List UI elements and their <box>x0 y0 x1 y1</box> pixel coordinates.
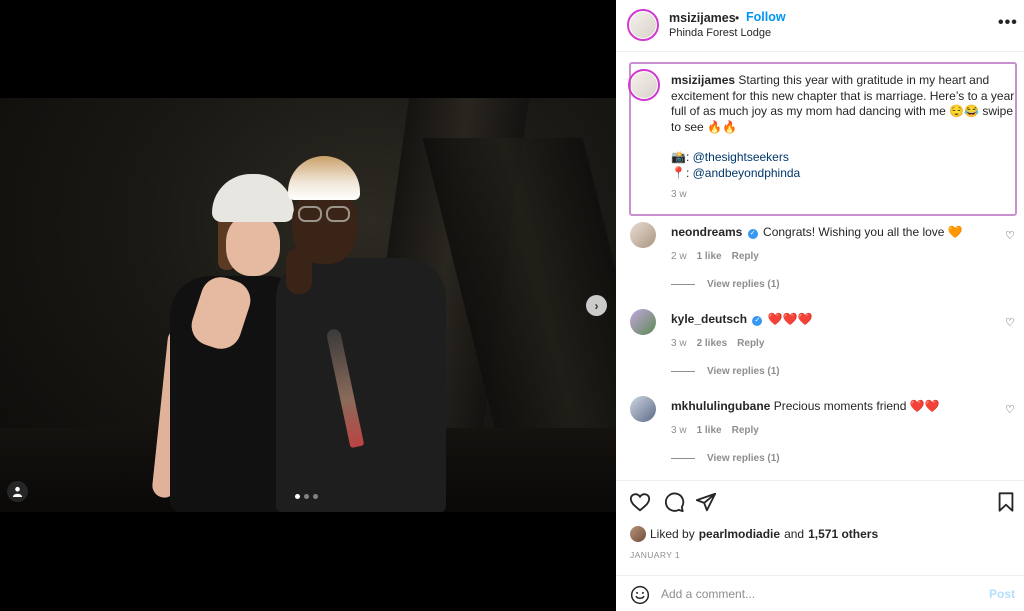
caption-timestamp[interactable]: 3 w <box>671 189 687 200</box>
post-header: msizijames • Follow Phinda Forest Lodge … <box>616 0 1024 52</box>
woman-hat <box>212 174 294 222</box>
comment-body: Precious moments friend ❤️❤️ <box>773 399 940 413</box>
avatar[interactable] <box>630 526 646 542</box>
comment-text: neondreams ✓ Congrats! Wishing you all t… <box>671 225 991 240</box>
divider <box>671 458 695 459</box>
comment: neondreams ✓ Congrats! Wishing you all t… <box>616 222 1024 302</box>
caption-text: msizijames Starting this year with grati… <box>671 73 1017 181</box>
view-replies-label: View replies (1) <box>707 366 780 377</box>
liked-by: Liked by pearlmodiadie and 1,571 others <box>630 526 878 542</box>
post-panel: msizijames • Follow Phinda Forest Lodge … <box>616 0 1024 611</box>
separator-bullet: • <box>735 11 740 25</box>
media-viewer: › <box>0 0 616 611</box>
man-shirt <box>276 258 446 512</box>
view-replies-label: View replies (1) <box>707 453 780 464</box>
comment-username[interactable]: neondreams <box>671 225 742 239</box>
next-slide-button[interactable]: › <box>586 295 607 316</box>
liked-by-prefix: Liked by <box>650 527 695 541</box>
comment-input[interactable] <box>661 584 961 604</box>
post-comment-button[interactable]: Post <box>989 587 1015 601</box>
emoji-icon[interactable] <box>630 585 650 605</box>
add-comment-bar: Post <box>616 575 1024 611</box>
view-replies-button[interactable]: View replies (1) <box>671 279 780 290</box>
comment-username[interactable]: mkhululingubane <box>671 399 770 413</box>
man-headdress <box>288 156 360 200</box>
view-replies-button[interactable]: View replies (1) <box>671 366 780 377</box>
carousel-dot <box>313 494 318 499</box>
comment: kyle_deutsch ✓ ❤️❤️❤️ 3 w 2 likes Reply … <box>616 309 1024 389</box>
reply-button[interactable]: Reply <box>732 251 759 262</box>
carousel-dot <box>304 494 309 499</box>
divider <box>671 371 695 372</box>
like-comment-heart-icon[interactable]: ♡ <box>1005 403 1015 416</box>
mention-link[interactable]: @andbeyondphinda <box>693 166 801 180</box>
like-comment-heart-icon[interactable]: ♡ <box>1005 229 1015 242</box>
comment: mkhululingubane Precious moments friend … <box>616 396 1024 476</box>
comment-time[interactable]: 2 w <box>671 251 687 262</box>
comment-text: mkhululingubane Precious moments friend … <box>671 399 991 414</box>
liked-by-middle: and <box>784 527 805 541</box>
avatar[interactable] <box>630 309 656 335</box>
view-replies-label: View replies (1) <box>707 279 780 290</box>
post-photo[interactable] <box>0 98 616 512</box>
pin-emoji: 📍: <box>671 165 690 180</box>
comment-body: ❤️❤️❤️ <box>767 312 813 326</box>
chevron-right-icon: › <box>594 298 599 313</box>
camera-emoji: 📸: <box>671 150 690 164</box>
post-author-username[interactable]: msizijames <box>669 11 736 25</box>
more-options-icon[interactable]: ••• <box>998 14 1018 32</box>
follow-button[interactable]: Follow <box>746 10 786 24</box>
view-replies-button[interactable]: View replies (1) <box>671 453 780 464</box>
action-bar: Liked by pearlmodiadie and 1,571 others … <box>616 480 1024 580</box>
reply-button[interactable]: Reply <box>732 425 759 436</box>
user-tag-icon <box>12 486 23 497</box>
heart-icon[interactable] <box>629 491 651 513</box>
like-comment-heart-icon[interactable]: ♡ <box>1005 316 1015 329</box>
comment-meta: 2 w 1 like Reply <box>671 251 759 262</box>
glasses <box>298 206 322 222</box>
verified-badge-icon: ✓ <box>747 229 758 239</box>
comment-meta: 3 w 2 likes Reply <box>671 338 764 349</box>
comment-text: kyle_deutsch ✓ ❤️❤️❤️ <box>671 312 991 327</box>
caption-username[interactable]: msizijames <box>671 73 735 87</box>
comment-likes[interactable]: 1 like <box>697 425 722 436</box>
comment-time[interactable]: 3 w <box>671 425 687 436</box>
comment-likes[interactable]: 1 like <box>697 251 722 262</box>
avatar[interactable] <box>631 72 657 98</box>
liked-by-user[interactable]: pearlmodiadie <box>699 527 780 541</box>
bookmark-icon[interactable] <box>995 491 1017 513</box>
avatar[interactable] <box>630 222 656 248</box>
carousel-indicator <box>295 494 318 499</box>
post-location[interactable]: Phinda Forest Lodge <box>669 27 771 39</box>
glasses <box>326 206 350 222</box>
comment-time[interactable]: 3 w <box>671 338 687 349</box>
share-icon[interactable] <box>695 491 717 513</box>
divider <box>671 284 695 285</box>
post-date[interactable]: JANUARY 1 <box>630 550 680 560</box>
reply-button[interactable]: Reply <box>737 338 764 349</box>
comment-meta: 3 w 1 like Reply <box>671 425 759 436</box>
comment-icon[interactable] <box>663 491 685 513</box>
carousel-dot-active <box>295 494 300 499</box>
avatar[interactable] <box>630 12 656 38</box>
liked-by-others[interactable]: 1,571 others <box>808 527 878 541</box>
comment-body: Congrats! Wishing you all the love 🧡 <box>763 225 963 239</box>
caption: msizijames Starting this year with grati… <box>628 62 1017 216</box>
mention-link[interactable]: @thesightseekers <box>693 150 789 164</box>
woman-face <box>226 214 280 276</box>
verified-badge-icon: ✓ <box>752 316 763 326</box>
comment-username[interactable]: kyle_deutsch <box>671 312 747 326</box>
comment-likes[interactable]: 2 likes <box>697 338 728 349</box>
avatar[interactable] <box>630 396 656 422</box>
user-tag-button[interactable] <box>7 481 28 502</box>
